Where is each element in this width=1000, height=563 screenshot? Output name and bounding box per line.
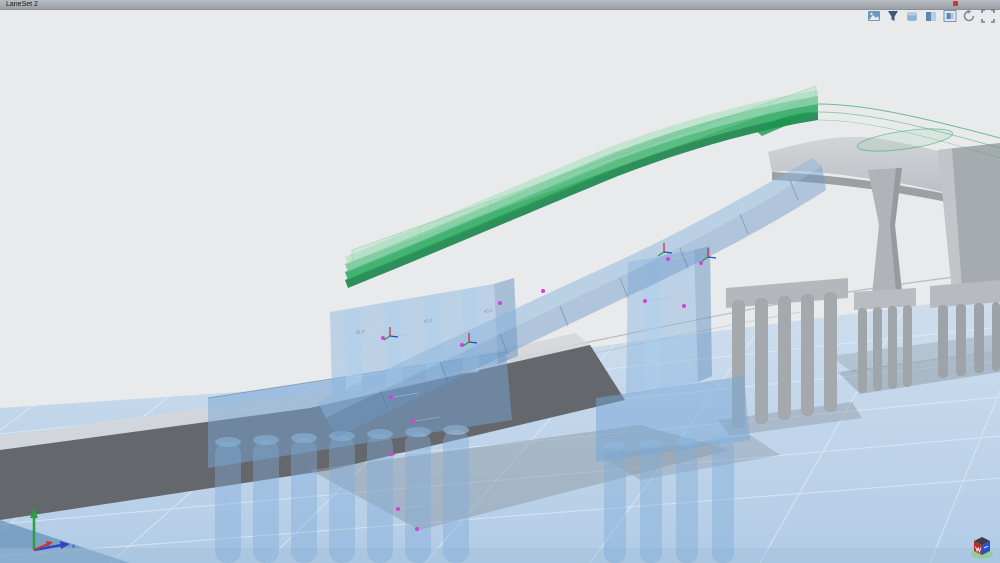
application-viewport: { "window": { "title": "LaneSet 2" }, "t… xyxy=(0,0,1000,563)
title-bar: LaneSet 2 xyxy=(0,0,1000,10)
shaded-view-icon[interactable] xyxy=(924,9,938,23)
fullscreen-icon[interactable] xyxy=(981,9,995,23)
wireframe-view-icon[interactable] xyxy=(943,9,957,23)
refresh-icon[interactable] xyxy=(962,9,976,23)
red-pin-icon[interactable] xyxy=(953,1,958,6)
filter-icon[interactable] xyxy=(886,9,900,23)
image-icon[interactable] xyxy=(867,9,881,23)
view-toolbar xyxy=(867,9,995,23)
window-title: LaneSet 2 xyxy=(0,0,1000,9)
gizmo-x-label: x xyxy=(72,544,75,550)
pier-tapered[interactable] xyxy=(854,168,916,393)
solid-view-icon[interactable] xyxy=(905,9,919,23)
brand-cube-logo[interactable] xyxy=(968,532,996,560)
bridge-model: 41.9 42.3 43.2 xyxy=(0,0,1000,563)
global-axis-gizmo: x xyxy=(12,498,82,558)
